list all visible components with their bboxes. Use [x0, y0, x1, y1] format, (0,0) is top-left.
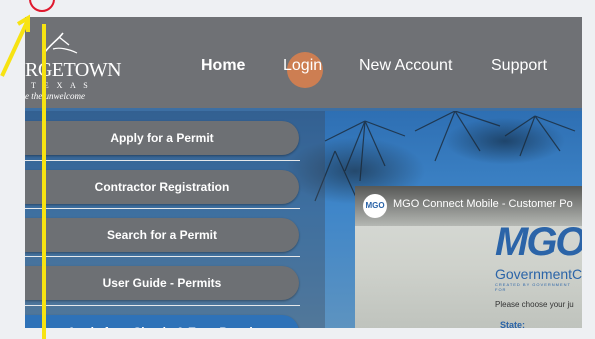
- main-content: Apply for a Permit Contractor Registrati…: [25, 111, 582, 328]
- search-permit-button[interactable]: Search for a Permit: [25, 218, 299, 252]
- site-header: RGETOWN T E X A S e the unwelcome Home L…: [25, 17, 582, 110]
- video-prompt-text: Please choose your ju: [495, 300, 574, 309]
- sidebar-divider: [25, 208, 300, 209]
- video-state-label: State:: [500, 320, 526, 328]
- apply-permit-button[interactable]: Apply for a Permit: [25, 121, 299, 155]
- nav-home-link[interactable]: Home: [201, 57, 245, 75]
- sidebar-divider: [25, 305, 300, 306]
- user-guide-button[interactable]: User Guide - Permits: [25, 266, 299, 300]
- simple-permit-button[interactable]: Apply for a Simple & Easy Permit: [25, 315, 299, 328]
- logo-text: RGETOWN: [25, 59, 122, 81]
- nav-login-link[interactable]: Login: [283, 57, 322, 75]
- channel-avatar-icon[interactable]: MGO: [363, 194, 387, 218]
- sidebar: Apply for a Permit Contractor Registrati…: [25, 111, 325, 328]
- video-gov-text: GovernmentC: [495, 266, 582, 282]
- site-logo[interactable]: RGETOWN T E X A S e the unwelcome: [25, 31, 122, 103]
- nav-new-account-link[interactable]: New Account: [359, 57, 452, 75]
- annotation-arrow-icon: [0, 14, 30, 77]
- video-title[interactable]: MGO Connect Mobile - Customer Po: [393, 198, 573, 210]
- video-gov-small-text: CREATED BY GOVERNMENT FOR: [495, 282, 571, 292]
- video-player[interactable]: MGO GovernmentC CREATED BY GOVERNMENT FO…: [355, 186, 582, 328]
- logo-tagline: e the unwelcome: [25, 91, 85, 101]
- contractor-registration-button[interactable]: Contractor Registration: [25, 170, 299, 204]
- video-brand-logo: MGO: [495, 220, 582, 264]
- nav-support-link[interactable]: Support: [491, 57, 547, 75]
- logo-subtext: T E X A S: [31, 81, 91, 90]
- sidebar-divider: [25, 256, 300, 257]
- sidebar-divider: [25, 160, 300, 161]
- annotation-vertical-line: [42, 24, 46, 339]
